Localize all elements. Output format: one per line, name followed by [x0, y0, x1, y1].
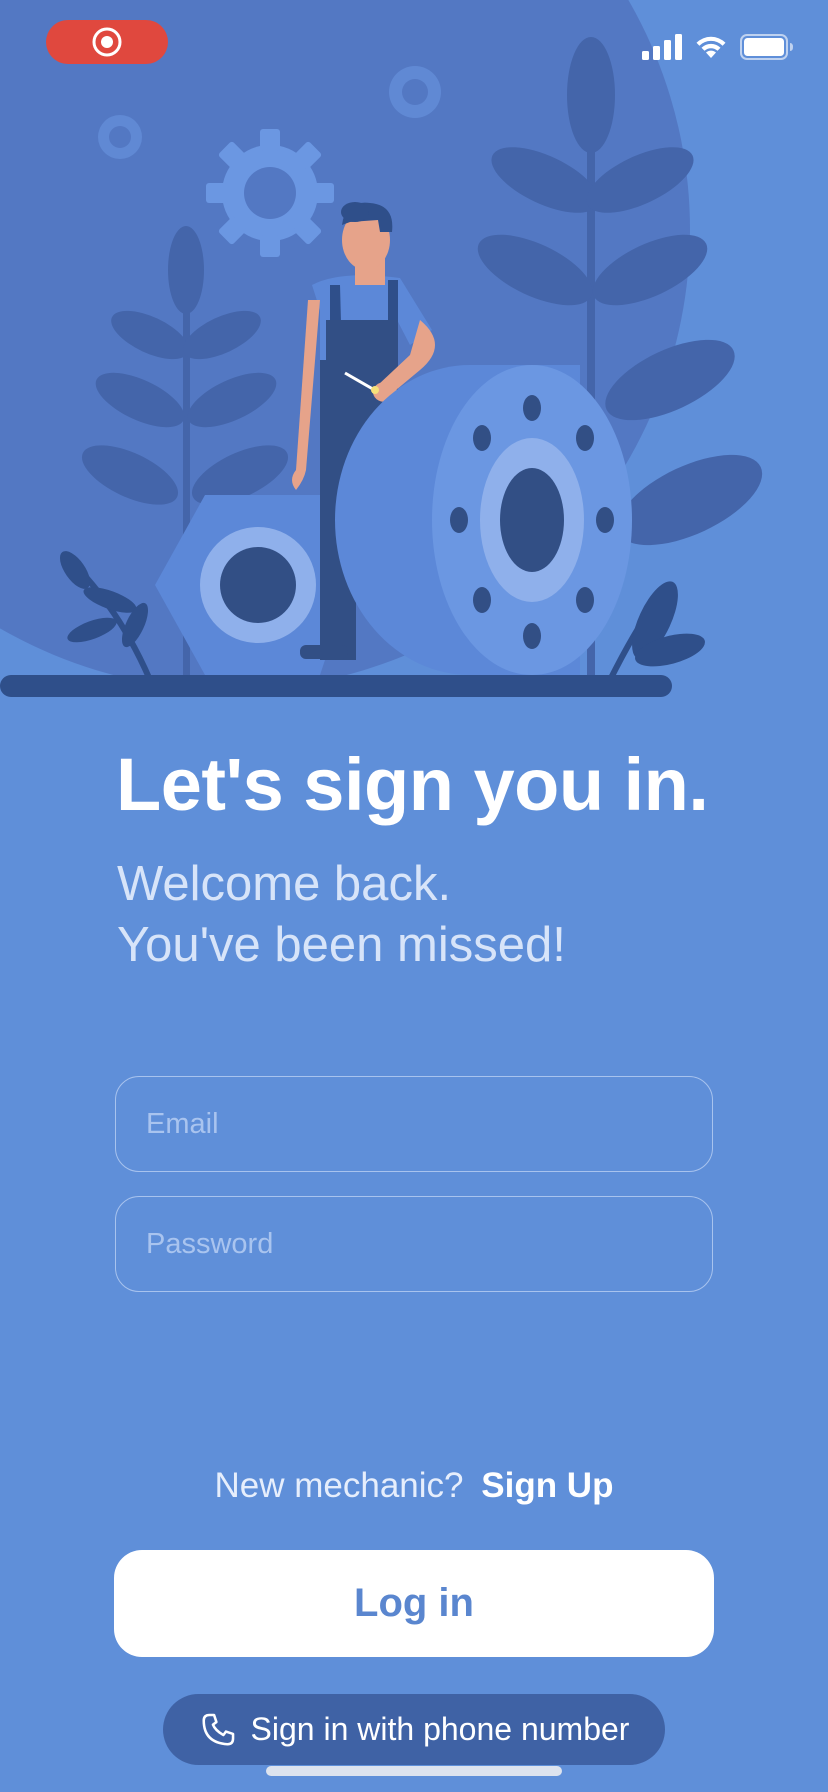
screen-recording-indicator[interactable] [46, 20, 168, 64]
home-indicator[interactable] [266, 1766, 562, 1776]
login-button[interactable]: Log in [114, 1550, 714, 1657]
status-bar [0, 0, 828, 90]
signup-link[interactable]: Sign Up [481, 1466, 613, 1505]
status-icons [642, 34, 794, 60]
signup-prompt-text: New mechanic? [214, 1466, 464, 1505]
phone-icon [202, 1713, 234, 1746]
cellular-signal-icon [642, 34, 682, 60]
wifi-icon [696, 36, 726, 58]
record-icon [92, 27, 122, 57]
subtitle-line: You've been missed! [117, 918, 566, 972]
gear-icon [206, 129, 334, 257]
phone-signin-label: Sign in with phone number [250, 1711, 630, 1747]
battery-icon [740, 34, 793, 60]
signup-prompt: New mechanic? Sign Up [0, 1466, 828, 1506]
hero-illustration [0, 0, 828, 700]
password-field[interactable] [115, 1196, 713, 1292]
subtitle-line: Welcome back. [117, 857, 452, 911]
welcome-subtitle: Welcome back. You've been missed! [117, 854, 566, 976]
page-title: Let's sign you in. [116, 743, 709, 826]
email-field[interactable] [115, 1076, 713, 1172]
phone-signin-button[interactable]: Sign in with phone number [163, 1694, 665, 1765]
mechanic-with-gears-illustration [0, 0, 763, 697]
